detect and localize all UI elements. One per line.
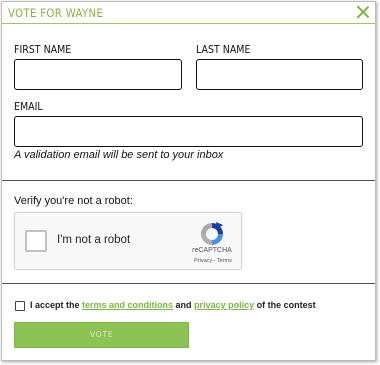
vote-modal: VOTE FOR WAYNE FIRST NAME LAST NAME EMAI… [1, 1, 376, 361]
modal-header: VOTE FOR WAYNE [2, 2, 375, 24]
terms-middle: and [173, 300, 195, 310]
terms-checkbox[interactable] [15, 301, 25, 311]
terms-statement: I accept the terms and conditions and pr… [30, 300, 316, 310]
captcha-checkbox[interactable] [25, 230, 47, 252]
modal-title: VOTE FOR WAYNE [8, 6, 104, 20]
captcha-prompt: Verify you're not a robot: [14, 195, 133, 207]
terms-suffix: of the contest [254, 300, 316, 310]
section-divider-2 [2, 283, 375, 284]
close-icon[interactable] [356, 5, 370, 19]
vote-button[interactable]: VOTE [14, 322, 189, 348]
terms-prefix: I accept the [30, 300, 83, 310]
terms-link[interactable]: terms and conditions [82, 300, 173, 310]
email-field[interactable] [14, 116, 363, 147]
last-name-field[interactable] [196, 59, 363, 90]
email-label: EMAIL [14, 100, 43, 113]
first-name-field[interactable] [14, 59, 182, 90]
last-name-label: LAST NAME [196, 43, 251, 56]
recaptcha-brand: reCAPTCHA [192, 247, 232, 254]
captcha-checkbox-label: I'm not a robot [57, 234, 131, 246]
privacy-link[interactable]: privacy policy [194, 300, 254, 310]
recaptcha-logo-icon [201, 222, 223, 245]
recaptcha-widget: I'm not a robot reCAPTCHA Privacy - Term… [14, 212, 242, 270]
first-name-label: FIRST NAME [14, 43, 72, 56]
email-note: A validation email will be sent to your … [14, 149, 224, 161]
recaptcha-links[interactable]: Privacy - Terms [187, 258, 239, 264]
section-divider [2, 180, 375, 181]
